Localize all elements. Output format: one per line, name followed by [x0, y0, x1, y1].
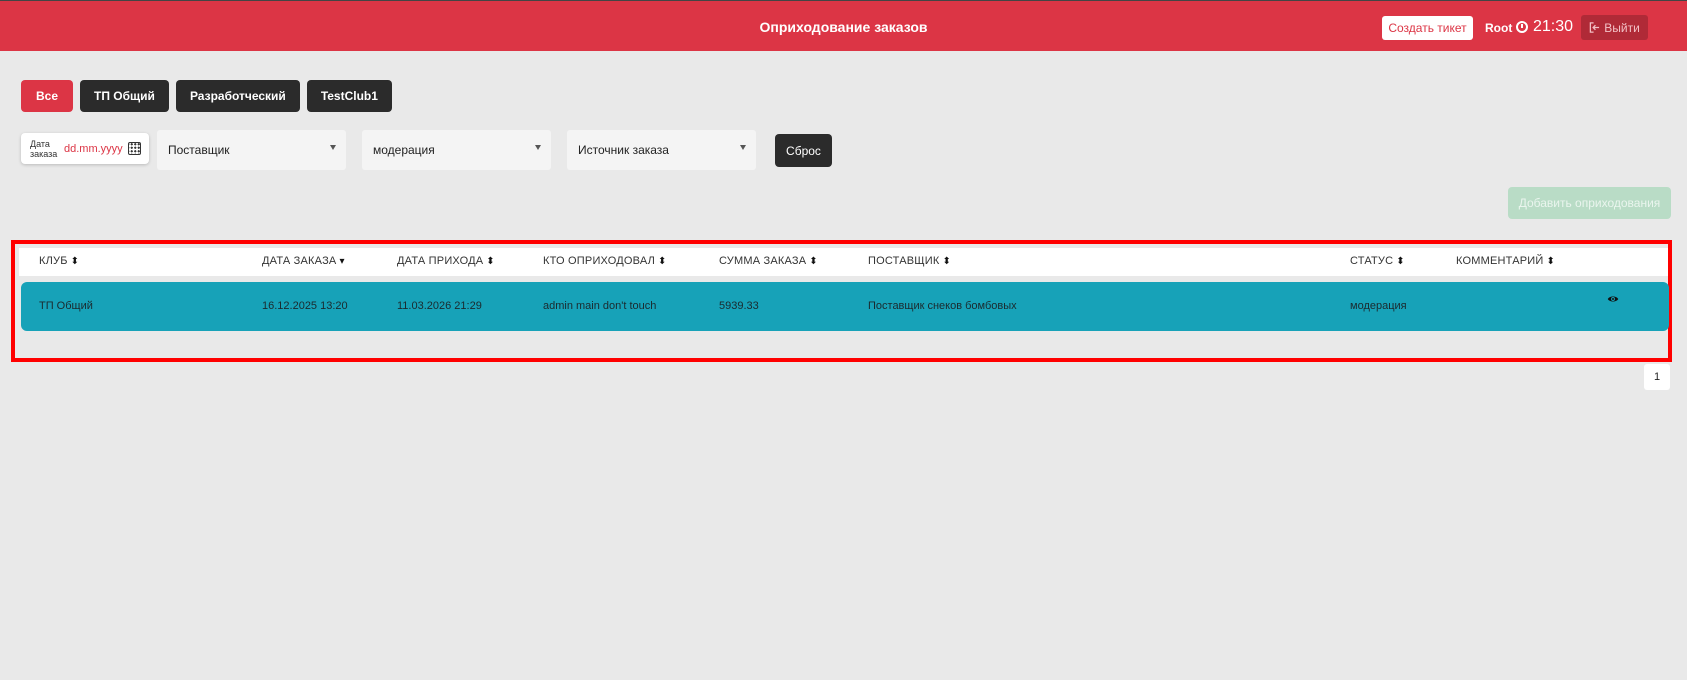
column-header-comment[interactable]: КОММЕНТАРИЙ ⬍	[1456, 255, 1555, 267]
column-header-status[interactable]: СТАТУС ⬍	[1350, 255, 1405, 267]
sort-desc-icon: ▾	[339, 255, 345, 267]
sort-icon: ⬍	[1546, 255, 1556, 267]
club-tabs: Все ТП Общий Разработческий TestClub1	[21, 80, 392, 112]
logout-icon	[1589, 22, 1600, 33]
column-header-supplier[interactable]: ПОСТАВЩИК ⬍	[868, 255, 951, 267]
user-name: Root	[1485, 21, 1513, 35]
column-header-who[interactable]: КТО ОПРИХОДОВАЛ ⬍	[543, 255, 667, 267]
tab-testclub1[interactable]: TestClub1	[306, 80, 392, 112]
sort-icon: ⬍	[1396, 255, 1405, 267]
status-select[interactable]: модерация	[362, 130, 551, 170]
tab-developer[interactable]: Разработческий	[175, 80, 300, 112]
cell-status: модерация	[1350, 300, 1407, 312]
sort-icon: ⬍	[809, 255, 818, 267]
sort-icon: ⬍	[942, 255, 952, 267]
cell-club: ТП Общий	[39, 300, 93, 312]
logout-button[interactable]: Выйти	[1581, 15, 1648, 40]
column-header-arrival-date[interactable]: ДАТА ПРИХОДА ⬍	[397, 255, 495, 267]
cell-order-date: 16.12.2025 13:20	[262, 300, 348, 312]
cell-supplier: Поставщик снеков бомбовых	[868, 300, 1017, 312]
cell-sum: 5939.33	[719, 300, 759, 312]
tab-all[interactable]: Все	[21, 80, 74, 112]
cell-who: admin main don't touch	[543, 300, 657, 312]
source-select-value: Источник заказа	[578, 143, 669, 157]
source-select[interactable]: Источник заказа	[567, 130, 756, 170]
create-ticket-button[interactable]: Создать тикет	[1382, 16, 1473, 40]
tab-tp-general[interactable]: ТП Общий	[80, 80, 169, 112]
top-navbar: Оприходование заказов Создать тикет Root…	[0, 0, 1687, 51]
caret-down-icon	[330, 145, 336, 150]
table-row[interactable]: ТП Общий 16.12.2025 13:20 11.03.2026 21:…	[21, 282, 1669, 331]
add-receipt-button[interactable]: Добавить оприходования	[1508, 187, 1671, 219]
supplier-select-value: Поставщик	[168, 143, 230, 157]
order-date-label: Дата заказа	[30, 138, 58, 159]
cell-arrival-date: 11.03.2026 21:29	[397, 300, 482, 312]
calendar-icon[interactable]	[128, 142, 141, 155]
caret-down-icon	[740, 145, 746, 150]
logout-label: Выйти	[1604, 20, 1640, 35]
column-header-order-date[interactable]: ДАТА ЗАКАЗА ▾	[262, 255, 345, 267]
column-header-sum[interactable]: СУММА ЗАКАЗА ⬍	[719, 255, 818, 267]
pagination-page-button[interactable]: 1	[1644, 364, 1670, 390]
table-header: КЛУБ ⬍ ДАТА ЗАКАЗА ▾ ДАТА ПРИХОДА ⬍ КТО ОПР…	[19, 248, 1668, 276]
order-date-filter[interactable]: Дата заказа dd.mm.yyyy	[21, 133, 149, 164]
order-date-input[interactable]: dd.mm.yyyy	[64, 143, 123, 155]
supplier-select[interactable]: Поставщик	[157, 130, 346, 170]
eye-icon[interactable]	[1607, 293, 1619, 305]
reset-button[interactable]: Сброс	[775, 134, 832, 167]
status-select-value: модерация	[373, 143, 435, 157]
sort-icon: ⬍	[486, 255, 495, 267]
sort-icon: ⬍	[70, 255, 80, 267]
clock: 21:30	[1516, 18, 1573, 36]
clock-time: 21:30	[1533, 18, 1574, 35]
clock-icon	[1516, 21, 1528, 33]
sort-icon: ⬍	[658, 255, 667, 267]
column-header-club[interactable]: КЛУБ ⬍	[39, 255, 79, 267]
caret-down-icon	[535, 145, 541, 150]
